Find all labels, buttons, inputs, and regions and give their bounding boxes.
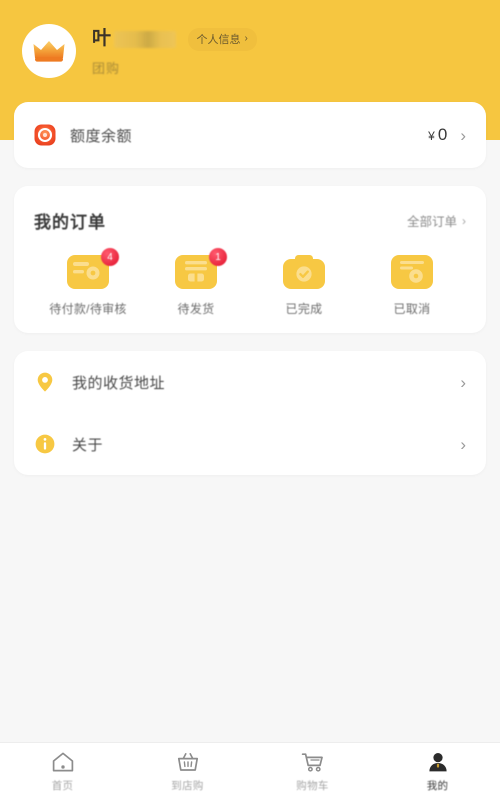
menu-item-address[interactable]: 我的收货地址 ›: [34, 351, 466, 413]
order-status-to-ship[interactable]: 1 待发货: [142, 248, 250, 317]
username-row: 叶 个人信息 ›: [92, 27, 257, 51]
tab-mine[interactable]: 我的: [375, 743, 500, 800]
home-icon: [51, 751, 75, 773]
cart-icon: [301, 751, 325, 773]
all-orders-label: 全部订单: [406, 215, 457, 229]
order-status-label: 已完成: [285, 302, 323, 316]
package-ship-icon: 1: [175, 248, 227, 289]
orders-title: 我的订单: [34, 213, 106, 232]
balance-amount: ¥0: [428, 125, 448, 145]
chevron-right-icon: ›: [460, 125, 466, 145]
credit-coin-icon: [34, 124, 56, 146]
box-cancel-icon: [391, 255, 433, 289]
tab-label: 购物车: [296, 779, 329, 792]
basket-icon: [176, 751, 200, 773]
chevron-right-icon: ›: [244, 33, 248, 44]
menu-item-label: 关于: [72, 436, 104, 454]
box-done-icon: [283, 255, 325, 289]
order-status-label: 待付款/待审核: [49, 302, 127, 316]
order-status-label: 已取消: [393, 302, 431, 316]
chevron-right-icon: ›: [460, 434, 466, 454]
balance-card[interactable]: 额度余额 ¥0 ›: [14, 102, 486, 168]
tab-label: 我的: [426, 779, 449, 792]
personal-info-chip-label: 个人信息: [196, 33, 241, 46]
wallet-pay-icon: 4: [67, 248, 119, 289]
order-status-completed[interactable]: 已完成: [250, 255, 358, 317]
location-pin-icon: [34, 371, 56, 393]
orders-header: 我的订单 全部订单 ›: [34, 208, 466, 233]
account-subtitle: 团购: [92, 61, 121, 76]
chevron-right-icon: ›: [460, 372, 466, 392]
avatar[interactable]: [22, 24, 76, 78]
tab-label: 到店购: [171, 779, 204, 792]
order-status-label: 待发货: [177, 302, 215, 316]
person-icon: [426, 751, 450, 773]
order-status-cancelled[interactable]: 已取消: [358, 255, 466, 317]
settings-menu-card: 我的收货地址 › 关于 ›: [14, 351, 486, 475]
status-badge: 4: [101, 248, 119, 266]
app-screen: 叶 个人信息 › 团购 额度余额 ¥ 0 › 我的订单 全部订单 › 4 待付款…: [0, 0, 500, 800]
balance-label: 额度余额: [70, 127, 133, 145]
tab-home[interactable]: 首页: [0, 743, 125, 800]
orders-status-grid: 4 待付款/待审核 1 待发货 已完成 已取消: [34, 248, 466, 317]
order-status-pending-payment[interactable]: 4 待付款/待审核: [34, 248, 142, 317]
currency-symbol: ¥: [428, 129, 436, 143]
status-badge: 1: [209, 248, 227, 266]
profile-header-row: 叶 个人信息 › 团购: [22, 24, 478, 78]
username: 叶: [92, 28, 112, 49]
orders-card: 我的订单 全部订单 › 4 待付款/待审核 1 待发货 已完成 已取消: [14, 186, 486, 333]
balance-value-group: ¥0 ›: [428, 125, 466, 145]
tab-label: 首页: [51, 779, 74, 792]
crown-icon: [32, 38, 66, 64]
tab-cart[interactable]: 购物车: [250, 743, 375, 800]
balance-number: 0: [437, 125, 449, 144]
personal-info-chip[interactable]: 个人信息 ›: [187, 27, 257, 51]
identity-block: 叶 个人信息 › 团购: [92, 24, 257, 77]
menu-item-label: 我的收货地址: [72, 374, 166, 392]
chevron-right-icon: ›: [462, 213, 466, 228]
menu-item-about[interactable]: 关于 ›: [34, 413, 466, 475]
bottom-tab-bar: 首页 到店购 购物车 我的: [0, 742, 500, 800]
tab-instore[interactable]: 到店购: [125, 743, 250, 800]
info-circle-icon: [34, 433, 56, 455]
all-orders-link[interactable]: 全部订单 ›: [407, 211, 466, 230]
username-redaction-mask: [113, 30, 176, 48]
